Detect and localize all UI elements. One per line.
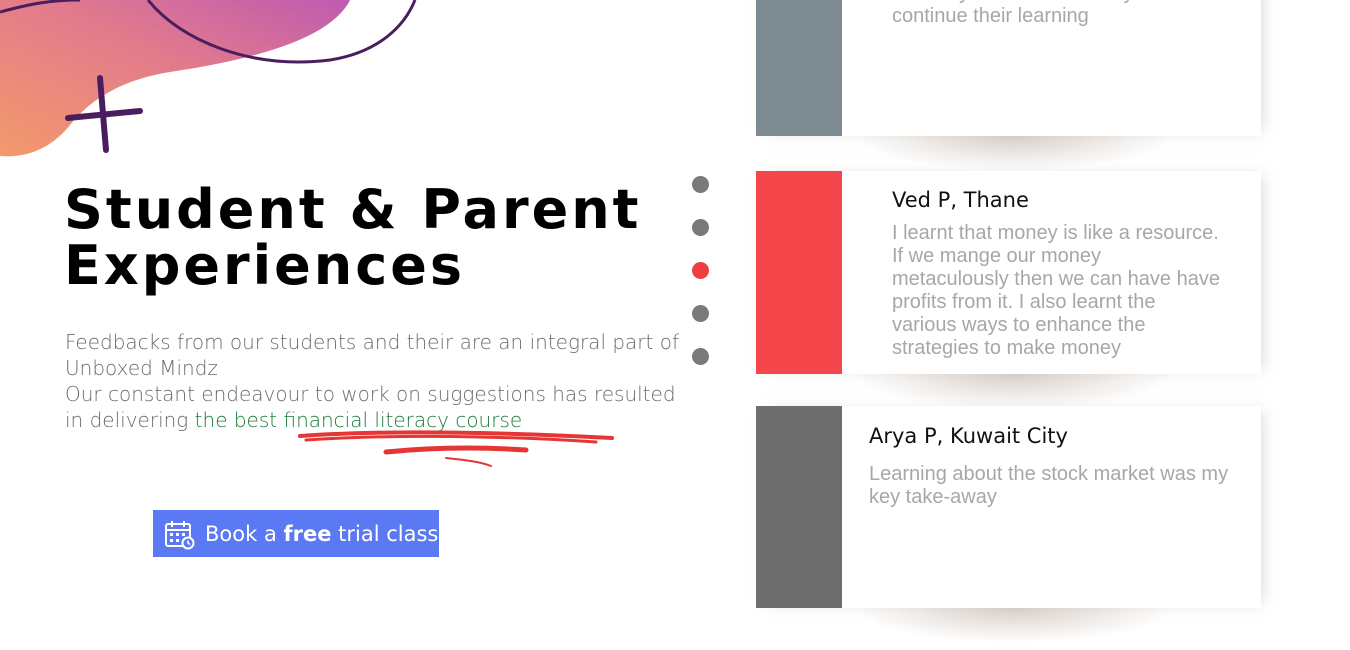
testimonial-card: You may share with us ways to continue t… — [756, 0, 1261, 170]
testimonial-color-bar — [756, 406, 842, 608]
decorative-blob — [0, 0, 417, 157]
title-line-2: Experiences — [64, 234, 465, 297]
calendar-icon — [165, 520, 195, 549]
title-line-1: Student & Parent — [64, 178, 642, 241]
book-trial-button[interactable]: Book a free trial class — [153, 510, 439, 557]
carousel-dot[interactable] — [692, 305, 709, 322]
testimonial-author: Ved P, Thane — [892, 188, 1029, 212]
testimonial-text: I learnt that money is like a resource. … — [892, 222, 1220, 359]
testimonial-color-bar — [756, 171, 842, 374]
testimonial-text: Learning about the stock market was my k… — [869, 463, 1229, 508]
carousel-dot[interactable] — [692, 176, 709, 193]
intro-line-1: Feedbacks from our students and their ar… — [65, 330, 680, 380]
carousel-dot[interactable] — [692, 348, 709, 365]
testimonial-text: You may share with us ways to continue t… — [892, 0, 1166, 27]
testimonial-card: Ved P, Thane I learnt that money is like… — [756, 171, 1261, 408]
testimonial-card: Arya P, Kuwait City Learning about the s… — [756, 406, 1261, 642]
testimonial-author: Arya P, Kuwait City — [869, 424, 1068, 448]
carousel-dot[interactable] — [692, 219, 709, 236]
page-title: Student & Parent Experiences — [64, 182, 684, 294]
testimonial-color-bar — [756, 0, 842, 136]
red-underline-scribble — [298, 430, 614, 467]
carousel-dot-active[interactable] — [692, 262, 709, 279]
intro-paragraph: Feedbacks from our students and their ar… — [65, 329, 695, 433]
cta-label: Book a free trial class — [205, 521, 439, 546]
